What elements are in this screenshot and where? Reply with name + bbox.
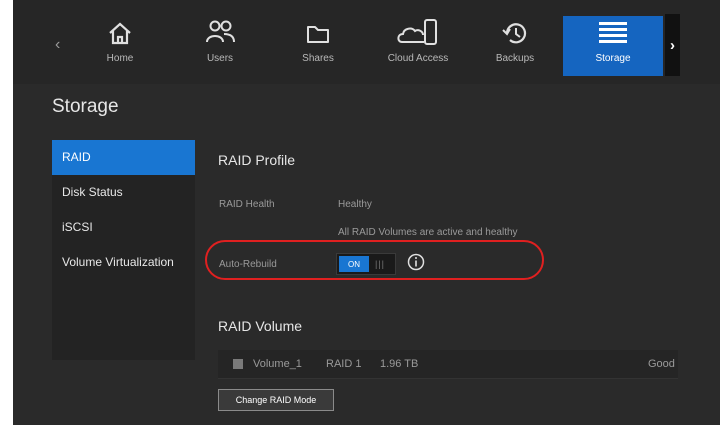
cloud-device-icon [397, 19, 437, 45]
sidebar-item-raid[interactable]: RAID [52, 140, 195, 175]
users-icon [206, 20, 235, 43]
raid-volume-title: RAID Volume [218, 318, 303, 334]
disk-icon [233, 359, 243, 369]
change-raid-mode-button[interactable]: Change RAID Mode [218, 389, 334, 411]
folder-icon [307, 26, 329, 43]
sidebar-item-volume-virtualization[interactable]: Volume Virtualization [52, 245, 195, 280]
nav-item-label: Home [106, 53, 134, 64]
raid-profile-title: RAID Profile [218, 152, 296, 168]
nav-item-storage[interactable]: Storage [563, 16, 663, 76]
volume-size: 1.96 TB [380, 358, 419, 370]
raid-health-detail: All RAID Volumes are active and healthy [338, 227, 518, 238]
sidebar-item-disk-status[interactable]: Disk Status [52, 175, 195, 210]
volume-name: Volume_1 [253, 358, 302, 370]
storage-list-icon [599, 22, 627, 43]
volume-status: Good [648, 358, 675, 370]
top-navigation: ‹ Home Users Shares Cloud Access Backups… [13, 0, 720, 84]
nav-scroll-right-icon[interactable]: › [665, 14, 680, 76]
raid-health-value: Healthy [338, 199, 372, 210]
page-title: Storage [52, 96, 119, 117]
auto-rebuild-highlight [205, 240, 544, 280]
volume-raid-level: RAID 1 [326, 358, 362, 370]
home-icon [109, 22, 131, 45]
nav-item-label: Backups [495, 53, 535, 64]
nav-item-label: Cloud Access [387, 53, 449, 64]
nav-item-users[interactable]: Users [170, 16, 270, 74]
nav-item-backups[interactable]: Backups [465, 16, 565, 74]
app-window: ‹ Home Users Shares Cloud Access Backups… [13, 0, 720, 425]
raid-health-label: RAID Health [219, 199, 275, 210]
table-row[interactable]: Volume_1 RAID 1 1.96 TB Good [218, 350, 678, 379]
nav-scroll-left-icon[interactable]: ‹ [55, 36, 60, 54]
nav-item-label: Users [206, 53, 234, 64]
nav-item-cloud-access[interactable]: Cloud Access [368, 16, 468, 74]
nav-item-label: Storage [595, 53, 631, 64]
nav-item-home[interactable]: Home [70, 16, 170, 74]
sidebar-item-iscsi[interactable]: iSCSI [52, 210, 195, 245]
sidebar: RAID Disk Status iSCSI Volume Virtualiza… [52, 140, 195, 360]
nav-item-label: Shares [302, 53, 334, 64]
nav-item-shares[interactable]: Shares [268, 16, 368, 74]
backup-history-icon [502, 23, 527, 44]
